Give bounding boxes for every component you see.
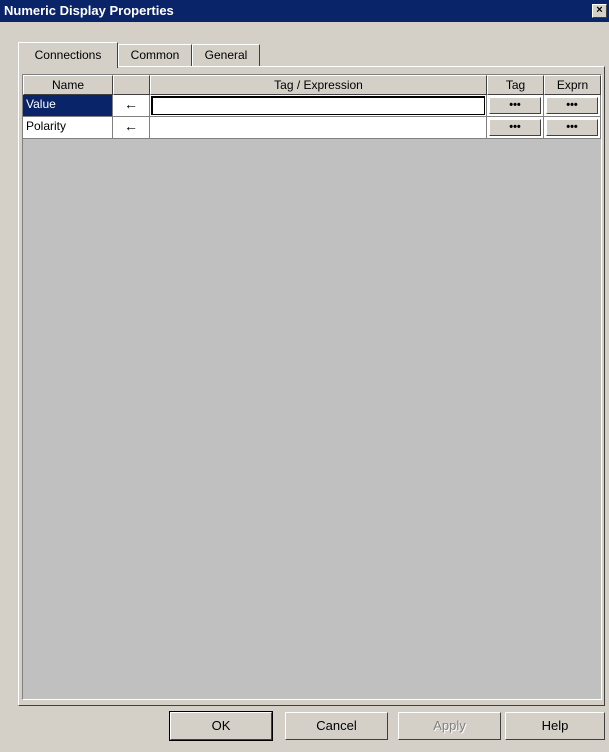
- tab-common[interactable]: Common: [118, 44, 192, 66]
- row-polarity-exprn-cell: •••: [544, 117, 601, 139]
- tab-connections[interactable]: Connections: [18, 42, 118, 68]
- tab-general-label: General: [204, 48, 248, 62]
- help-button[interactable]: Help: [505, 712, 605, 740]
- connections-grid: Name Tag / Expression Tag Exprn Value ← …: [22, 74, 602, 700]
- polarity-exprn-browse-button[interactable]: •••: [546, 119, 598, 136]
- cancel-button[interactable]: Cancel: [285, 712, 388, 740]
- header-tag: Tag: [487, 75, 544, 95]
- tab-common-label: Common: [130, 48, 180, 62]
- polarity-expression-input[interactable]: [150, 117, 487, 139]
- header-tag-expression: Tag / Expression: [150, 75, 487, 95]
- header-direction: [113, 75, 150, 95]
- value-expression-input[interactable]: [151, 96, 485, 115]
- ok-button[interactable]: OK: [169, 711, 273, 741]
- row-value-expression-cell: [150, 95, 487, 117]
- header-exprn: Exprn: [544, 75, 601, 95]
- tab-general[interactable]: General: [192, 44, 260, 66]
- arrow-left-icon: ←: [113, 95, 150, 117]
- close-button[interactable]: ×: [592, 4, 607, 18]
- row-value-exprn-cell: •••: [544, 95, 601, 117]
- row-polarity-name[interactable]: Polarity: [23, 117, 113, 139]
- arrow-left-icon: ←: [113, 117, 150, 139]
- row-value-tag-cell: •••: [487, 95, 544, 117]
- header-name: Name: [23, 75, 113, 95]
- close-icon: ×: [596, 4, 603, 16]
- window-title: Numeric Display Properties: [4, 3, 174, 18]
- apply-button[interactable]: Apply: [398, 712, 501, 740]
- row-value-name[interactable]: Value: [23, 95, 113, 117]
- value-exprn-browse-button[interactable]: •••: [546, 97, 598, 114]
- value-tag-browse-button[interactable]: •••: [489, 97, 541, 114]
- polarity-tag-browse-button[interactable]: •••: [489, 119, 541, 136]
- tab-connections-label: Connections: [34, 48, 102, 62]
- row-polarity-tag-cell: •••: [487, 117, 544, 139]
- title-bar: Numeric Display Properties ×: [0, 0, 609, 22]
